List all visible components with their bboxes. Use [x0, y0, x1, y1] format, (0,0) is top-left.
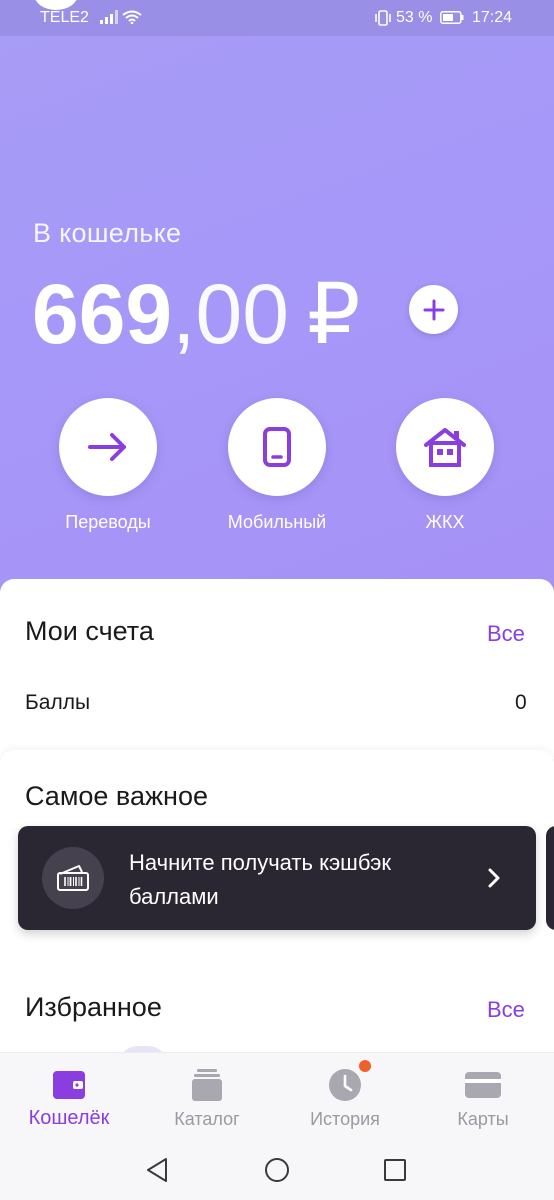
accounts-title: Мои счета: [25, 616, 154, 646]
carrier-name: TELE2: [40, 9, 89, 26]
card-icon: [465, 1072, 501, 1098]
wallet-screen: TELE2 53 % 17:24 В кошельке 669,00 ₽ Пер…: [0, 0, 554, 1200]
battery-percent: 53 %: [396, 9, 433, 26]
transfers-button[interactable]: [59, 398, 157, 496]
currency-symbol: ₽: [306, 267, 361, 361]
points-label: Баллы: [25, 691, 91, 714]
mobile-button[interactable]: [228, 398, 326, 496]
catalog-icon: [192, 1069, 222, 1101]
plus-icon: [423, 299, 444, 320]
bottom-navigation: Кошелёк Каталог История Карты: [0, 1052, 554, 1137]
phone-icon: [263, 427, 291, 467]
house-icon: [424, 428, 466, 467]
wallet-label: В кошельке: [33, 218, 182, 248]
quick-action-utilities[interactable]: ЖКХ: [370, 398, 520, 533]
signal-icon: [100, 10, 118, 24]
next-promo-card[interactable]: [546, 826, 554, 930]
nav-history[interactable]: История: [276, 1053, 414, 1137]
wallet-balance: 669,00 ₽: [32, 272, 360, 356]
wifi-icon: [122, 10, 142, 24]
utilities-button[interactable]: [396, 398, 494, 496]
nav-label: Каталог: [174, 1109, 240, 1129]
home-icon[interactable]: [263, 1156, 291, 1184]
accounts-all-link[interactable]: Все: [487, 621, 525, 647]
quick-action-transfers[interactable]: Переводы: [33, 398, 183, 533]
chevron-right-icon: [488, 868, 500, 888]
quick-action-label: Переводы: [65, 512, 151, 532]
loyalty-card-icon: [42, 847, 104, 909]
nav-wallet[interactable]: Кошелёк: [0, 1053, 138, 1137]
top-up-button[interactable]: [409, 285, 458, 334]
nav-catalog[interactable]: Каталог: [138, 1053, 276, 1137]
quick-action-label: Мобильный: [227, 512, 327, 532]
cashback-promo-card[interactable]: Начните получать кэшбэк баллами: [18, 826, 536, 930]
nav-label: История: [310, 1109, 380, 1129]
favorites-title: Избранное: [25, 992, 162, 1022]
important-title: Самое важное: [25, 781, 208, 811]
system-navigation-bar: [0, 1136, 554, 1200]
nav-cards[interactable]: Карты: [414, 1053, 552, 1137]
favorites-all-link[interactable]: Все: [487, 997, 525, 1023]
promo-text: Начните получать кэшбэк баллами: [129, 850, 392, 909]
clock-time: 17:24: [472, 9, 513, 26]
recents-icon[interactable]: [381, 1156, 409, 1184]
status-bar: TELE2 53 % 17:24: [0, 0, 554, 36]
clock-icon: [329, 1069, 361, 1101]
vibrate-icon: [375, 10, 391, 26]
accounts-card: [0, 579, 554, 759]
nav-label: Кошелёк: [28, 1107, 110, 1129]
wallet-icon: [53, 1071, 85, 1099]
quick-action-label: ЖКХ: [425, 512, 465, 532]
balance-integer: 669: [32, 267, 173, 361]
back-icon[interactable]: [144, 1156, 172, 1184]
balance-fraction: ,00: [172, 267, 289, 361]
quick-action-mobile[interactable]: Мобильный: [202, 398, 352, 533]
nav-label: Карты: [457, 1109, 509, 1129]
points-value: 0: [515, 691, 527, 714]
notification-badge: [359, 1060, 371, 1072]
battery-icon: [440, 11, 464, 24]
arrow-right-icon: [88, 433, 126, 461]
